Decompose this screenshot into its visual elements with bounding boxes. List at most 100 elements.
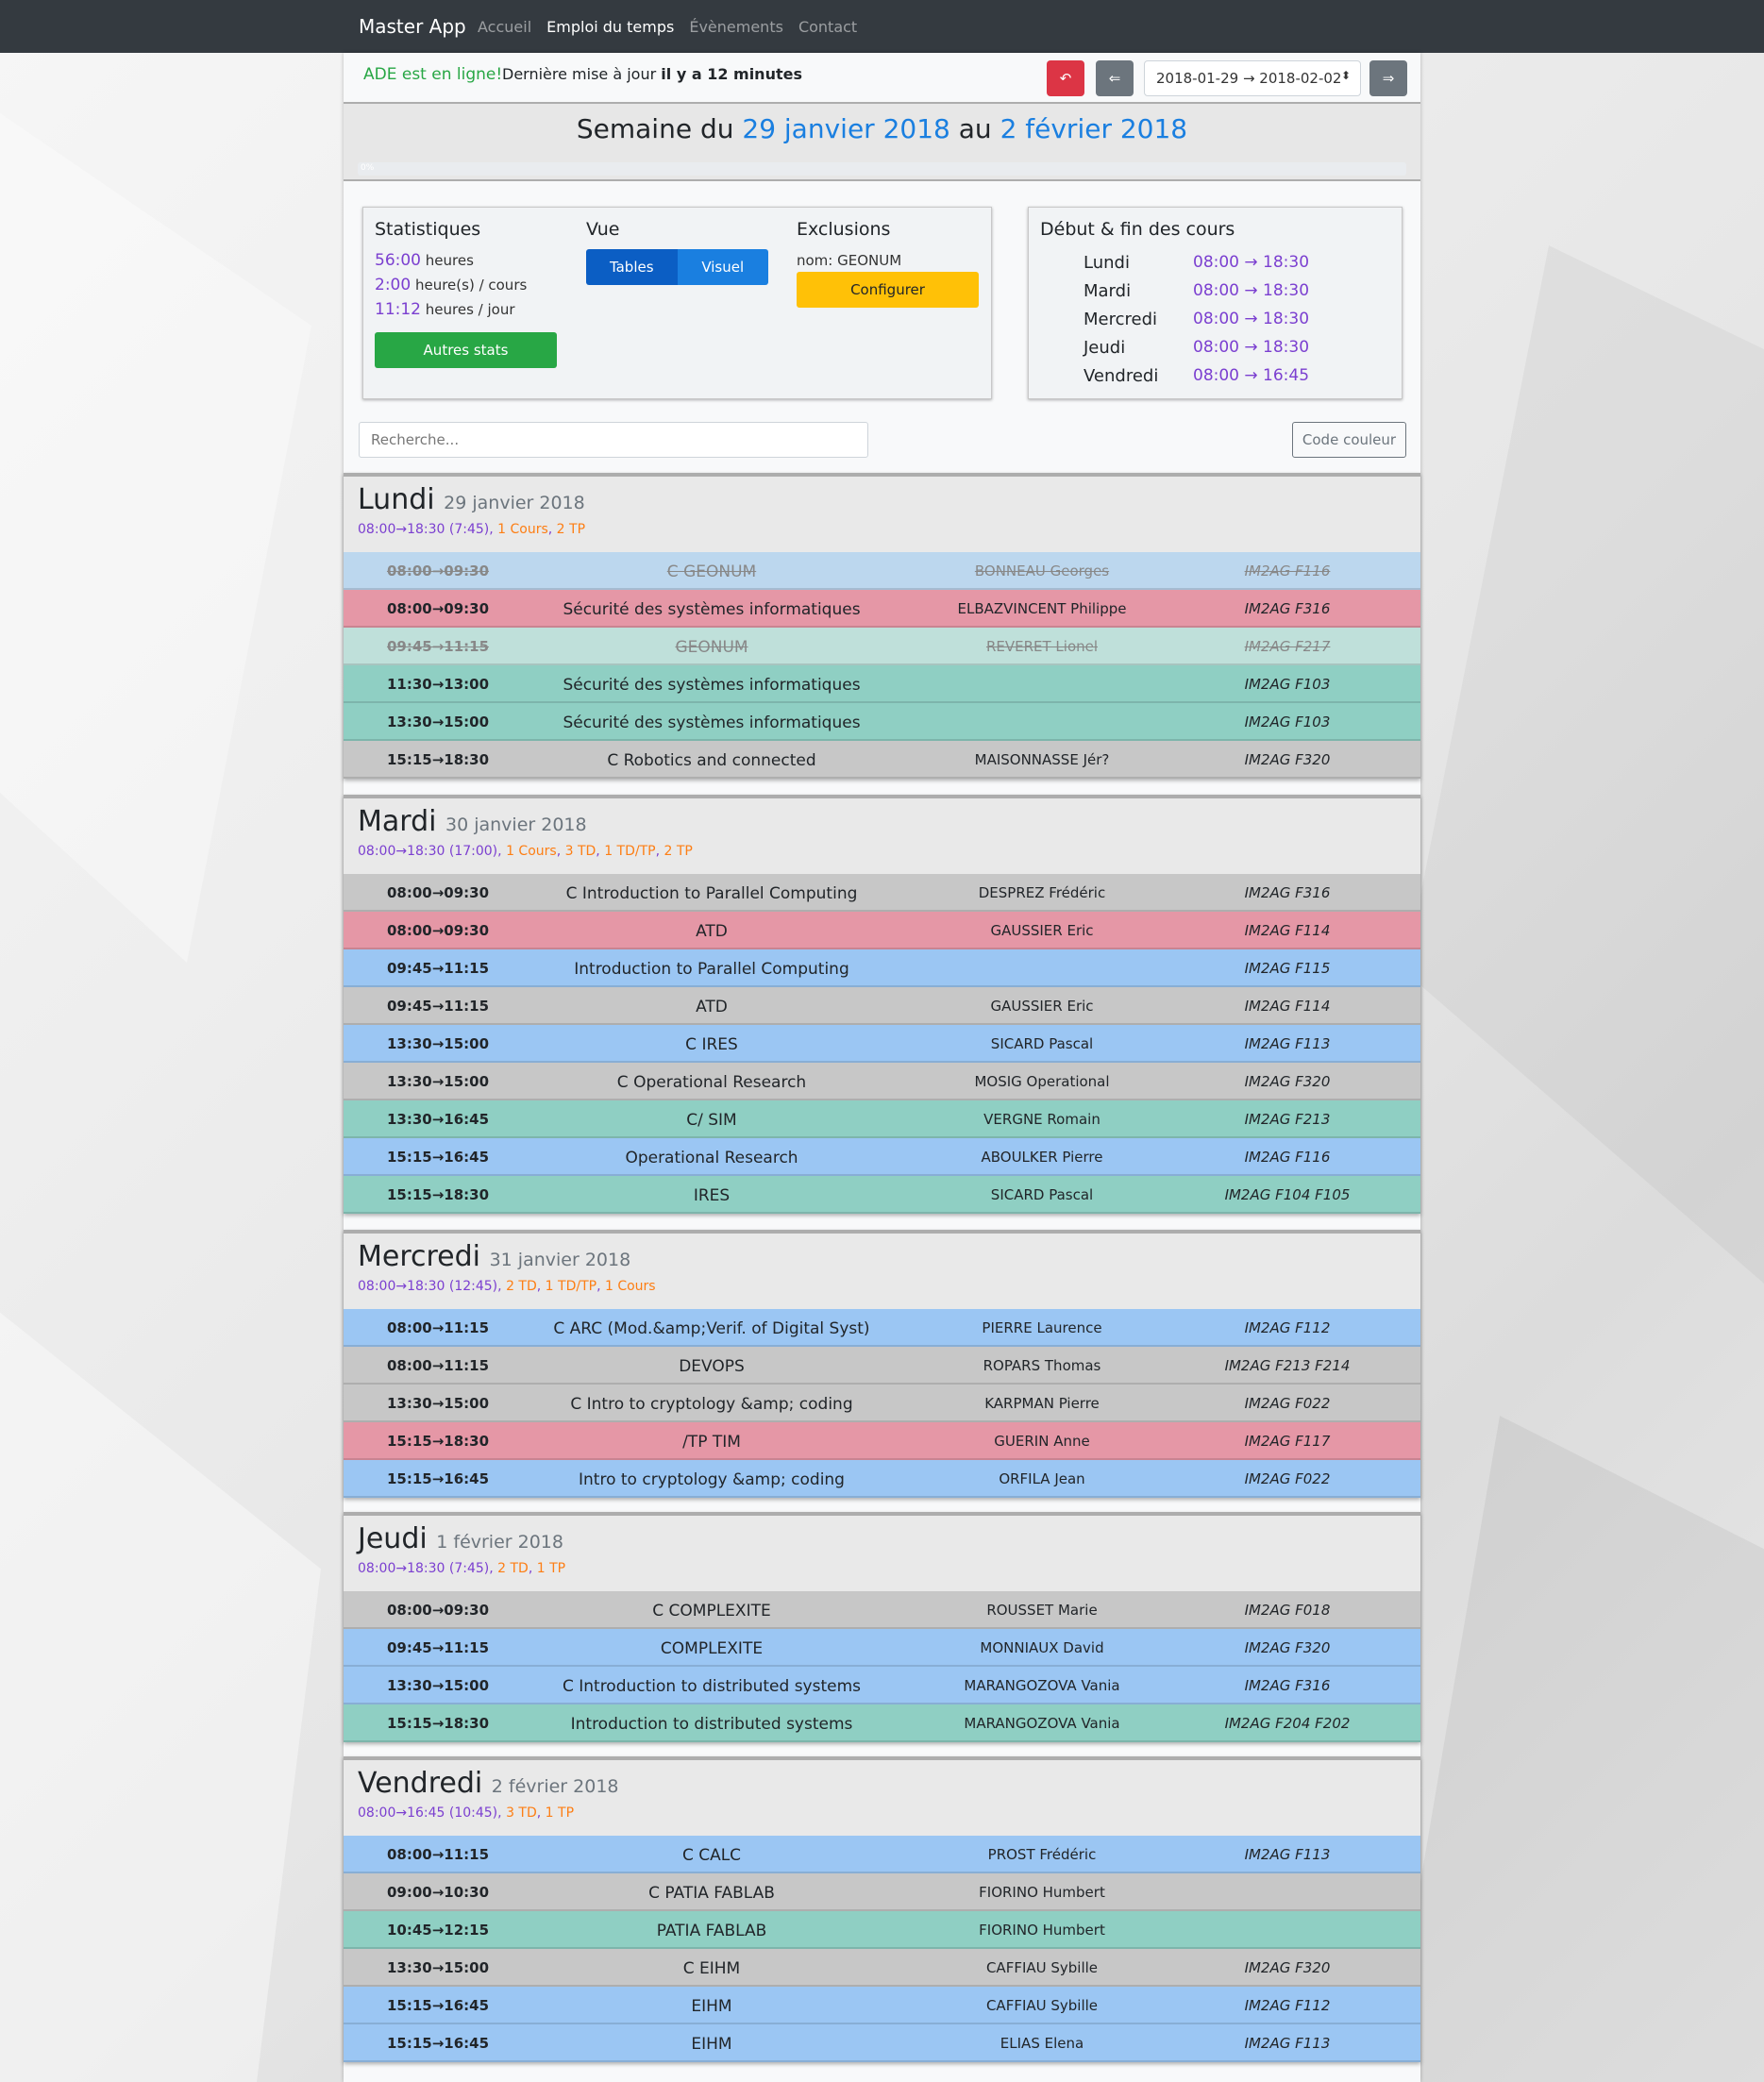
week-title-prefix: Semaine du (576, 113, 734, 144)
nav-emploi-du-temps[interactable]: Emploi du temps (546, 18, 674, 36)
event-row[interactable]: 15:15→18:30/TP TIM GUERIN Anne IM2AG F117 (344, 1422, 1420, 1460)
stat-total-value: 56:00 (375, 251, 421, 270)
next-week-button[interactable]: ⇒ (1369, 60, 1407, 96)
day-count: 1 Cours (604, 1279, 656, 1294)
event-row[interactable]: 13:30→15:00 C Introduction to distributed… (344, 1667, 1420, 1704)
event-row[interactable]: 15:15→18:30 IRES SICARD Pascal IM2AG F104 F… (344, 1176, 1420, 1214)
nav-contact[interactable]: Contact (798, 18, 857, 36)
event-time: 08:00→11:15 (386, 1846, 490, 1863)
event-title: C ARC (Mod.&amp;Verif. of Digital Syst) (553, 1319, 870, 1338)
day-title: Vendredi 2 février 2018 (358, 1767, 619, 1800)
event-room: IM2AG F320 (1244, 1073, 1331, 1090)
day-count: 1 TP (536, 1561, 566, 1576)
event-row[interactable]: 09:45→11:15 ATD GAUSSIER Eric IM2AG F114 (344, 987, 1420, 1025)
day-date: 31 janvier 2018 (489, 1250, 631, 1270)
event-row[interactable]: 15:15→18:30 C Robotics and connected MAISO… (344, 741, 1420, 779)
event-title: GEONUM (675, 638, 748, 657)
event-row[interactable]: 13:30→15:00 Sécurité des systèmes informa… (344, 703, 1420, 741)
event-row[interactable]: 08:00→11:15 C CALC PROST Frédéric IM2AG F11… (344, 1836, 1420, 1873)
arrow-right-icon: ⇒ (1382, 70, 1395, 87)
event-title: C Intro to cryptology &amp; coding (570, 1395, 853, 1414)
event-row[interactable]: 15:15→16:45 Intro to cryptology &amp; cod… (344, 1460, 1420, 1498)
event-teacher: SICARD Pascal (990, 1035, 1094, 1052)
event-time: 13:30→16:45 (386, 1111, 490, 1128)
event-row[interactable]: 15:15→16:45 EIHM CAFFIAU Sybille IM2AG F112 (344, 1987, 1420, 2024)
event-row[interactable]: 13:30→15:00 C Operational Research MOSIG O… (344, 1063, 1420, 1100)
event-room: IM2AG F113 (1244, 2035, 1331, 2052)
event-row[interactable]: 15:15→18:30 Introduction to distributed s… (344, 1704, 1420, 1742)
event-teacher: PIERRE Laurence (982, 1319, 1102, 1336)
event-title: C PATIA FABLAB (648, 1884, 775, 1903)
last-update-value: il y a 12 minutes (661, 65, 802, 83)
event-row[interactable]: 08:00→09:30 C Introduction to Parallel Co… (344, 874, 1420, 912)
day-count: 1 TP (545, 1805, 575, 1821)
day-title: Mercredi 31 janvier 2018 (358, 1240, 630, 1273)
event-room: IM2AG F114 (1244, 922, 1331, 939)
event-teacher: GAUSSIER Eric (990, 998, 1094, 1015)
event-row[interactable]: 13:30→16:45 C/ SIM VERGNE Romain IM2AG F213 (344, 1100, 1420, 1138)
previous-week-button[interactable]: ⇐ (1096, 60, 1134, 96)
day-count: 1 Cours (497, 522, 548, 537)
event-row[interactable]: 08:00→09:30 ATD GAUSSIER Eric IM2AG F114 (344, 912, 1420, 949)
color-code-button[interactable]: Code couleur (1292, 422, 1406, 458)
event-row[interactable]: 10:45→12:15 PATIA FABLAB FIORINO Humbert (344, 1911, 1420, 1949)
event-room: IM2AG F115 (1244, 960, 1331, 977)
week-select[interactable]: 2018-01-29 → 2018-02-02 ⬍ (1144, 60, 1361, 96)
event-room: IM2AG F103 (1244, 714, 1331, 730)
day-header: Vendredi 2 février 2018 08:00→16:45 (10:4… (344, 1760, 1420, 1836)
event-time: 08:00→11:15 (386, 1357, 490, 1374)
day-count: 3 TD (564, 844, 596, 859)
nav-links: Accueil Emploi du temps Évènements Conta… (478, 18, 857, 36)
undo-button[interactable]: ↶ (1047, 60, 1084, 96)
event-title: C/ SIM (686, 1111, 737, 1130)
event-row[interactable]: 08:00→11:15 C ARC (Mod.&amp;Verif. of Dig… (344, 1309, 1420, 1347)
event-time: 11:30→13:00 (386, 676, 490, 693)
event-row[interactable]: 08:00→09:30 C COMPLEXITE ROUSSET Marie IM2A… (344, 1591, 1420, 1629)
event-row[interactable]: 15:15→16:45 EIHM ELIAS Elena IM2AG F113 (344, 2024, 1420, 2062)
day-hours: 08:00→18:30 (17:00) (358, 844, 498, 859)
event-time: 08:00→09:30 (386, 1602, 490, 1619)
event-title: Intro to cryptology &amp; coding (579, 1470, 845, 1489)
event-teacher: ROUSSET Marie (986, 1602, 1098, 1619)
event-teacher: ORFILA Jean (999, 1470, 1085, 1487)
view-tables-button[interactable]: Tables (586, 249, 678, 285)
day-section: Lundi 29 janvier 2018 08:00→18:30 (7:45),… (344, 473, 1420, 779)
view-visual-button[interactable]: Visuel (677, 249, 768, 285)
event-row[interactable]: 09:00→10:30 C PATIA FABLAB FIORINO Humbert (344, 1873, 1420, 1911)
event-row[interactable]: 08:00→09:30 Sécurité des systèmes informa… (344, 590, 1420, 628)
event-title: Introduction to distributed systems (570, 1715, 853, 1734)
event-teacher: MARANGOZOVA Vania (964, 1677, 1120, 1694)
stat-total: 56:00 heures (375, 251, 474, 270)
last-update: Dernière mise à jour il y a 12 minutes (502, 65, 802, 83)
event-time: 15:15→16:45 (386, 1470, 490, 1487)
search-input[interactable]: Recherche... (359, 422, 868, 458)
hours-row: Jeudi 08:00 → 18:30 (1084, 338, 1386, 358)
event-room: IM2AG F316 (1244, 884, 1331, 901)
event-title: C IRES (685, 1035, 738, 1054)
stat-per-course: 2:00 heure(s) / cours (375, 276, 527, 294)
brand-link[interactable]: Master App (359, 15, 466, 38)
nav-accueil[interactable]: Accueil (478, 18, 531, 36)
hours-range: 08:00 → 18:30 (1193, 281, 1310, 300)
event-room: IM2AG F022 (1244, 1470, 1331, 1487)
event-row[interactable]: 13:30→15:00 C EIHM CAFFIAU Sybille IM2AG F3… (344, 1949, 1420, 1987)
day-title: Jeudi 1 février 2018 (358, 1522, 563, 1555)
event-row[interactable]: 09:45→11:15 Introduction to Parallel Comp… (344, 949, 1420, 987)
event-title: C EIHM (682, 1959, 741, 1978)
event-row[interactable]: 08:00→11:15 DEVOPS ROPARS Thomas IM2AG F213… (344, 1347, 1420, 1385)
day-date: 29 janvier 2018 (444, 493, 585, 513)
event-row[interactable]: 11:30→13:00 Sécurité des systèmes informa… (344, 665, 1420, 703)
event-row[interactable]: 09:45→11:15 GEONUM REVERET Lionel IM2AG F21… (344, 628, 1420, 665)
event-time: 15:15→18:30 (386, 1186, 490, 1203)
event-row[interactable]: 15:15→16:45 Operational Research ABOULKER … (344, 1138, 1420, 1176)
event-time: 15:15→16:45 (386, 2035, 490, 2052)
configure-button[interactable]: Configurer (797, 272, 979, 308)
more-stats-button[interactable]: Autres stats (375, 332, 557, 368)
nav-evenements[interactable]: Évènements (689, 18, 783, 36)
event-row[interactable]: 13:30→15:00 C IRES SICARD Pascal IM2AG F113 (344, 1025, 1420, 1063)
event-row[interactable]: 13:30→15:00 C Intro to cryptology &amp; c… (344, 1385, 1420, 1422)
event-row[interactable]: 09:45→11:15 COMPLEXITE MONNIAUX David IM2AG… (344, 1629, 1420, 1667)
event-row[interactable]: 08:00→09:30 C GEONUM BONNEAU Georges IM2AG … (344, 552, 1420, 590)
event-teacher: MARANGOZOVA Vania (964, 1715, 1120, 1732)
event-title: Introduction to Parallel Computing (574, 960, 849, 979)
